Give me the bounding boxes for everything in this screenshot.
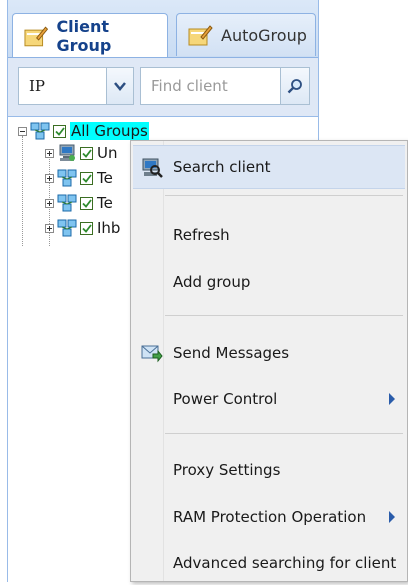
network-group-icon xyxy=(57,219,77,237)
menu-item-ram-protection[interactable]: RAM Protection Operation xyxy=(133,495,405,539)
menu-item-add-group[interactable]: Add group xyxy=(133,260,405,304)
tree-node-child[interactable]: Ihb xyxy=(45,217,120,239)
submenu-arrow-icon xyxy=(389,511,395,523)
expand-icon[interactable] xyxy=(45,173,54,183)
menu-item-advanced-search[interactable]: Advanced searching for client xyxy=(133,541,405,585)
context-menu: Search client Refresh Add group Send Mes… xyxy=(130,140,408,582)
search-client-icon xyxy=(142,158,163,178)
tree-node-label: Ihb xyxy=(97,219,121,237)
filter-select-value: IP xyxy=(29,77,46,95)
menu-separator xyxy=(165,195,403,196)
tab-autogroup-label: AutoGroup xyxy=(221,25,307,45)
tab-strip: Client Group AutoGroup xyxy=(8,0,318,58)
menu-item-refresh[interactable]: Refresh xyxy=(133,213,405,257)
menu-item-label: Search client xyxy=(173,158,271,176)
tree-node-label: All Groups xyxy=(70,122,149,140)
tree-node-all-groups[interactable]: All Groups xyxy=(18,120,149,142)
tree-node-label: Te xyxy=(97,194,113,212)
menu-item-power-control[interactable]: Power Control xyxy=(133,377,405,421)
network-group-icon xyxy=(30,122,50,140)
computer-group-icon xyxy=(59,144,75,161)
collapse-icon[interactable] xyxy=(18,126,27,136)
menu-item-label: Add group xyxy=(173,273,251,291)
send-message-icon xyxy=(141,345,163,363)
submenu-arrow-icon xyxy=(389,393,395,405)
tree-node-child[interactable]: Un xyxy=(45,142,118,164)
find-client-field[interactable] xyxy=(140,67,310,105)
menu-item-label: RAM Protection Operation xyxy=(173,508,367,526)
menu-item-search-client[interactable]: Search client xyxy=(133,145,405,189)
checkbox-checked[interactable] xyxy=(53,124,66,138)
edit-group-icon xyxy=(24,25,49,46)
filter-toolbar: IP xyxy=(8,58,318,117)
tree-node-child[interactable]: Te xyxy=(45,167,113,189)
network-group-icon xyxy=(57,169,77,187)
menu-item-label: Advanced searching for client xyxy=(173,554,397,572)
tree-node-label: Te xyxy=(97,169,113,187)
checkbox-checked[interactable] xyxy=(80,221,93,235)
search-icon[interactable] xyxy=(280,68,309,104)
expand-icon[interactable] xyxy=(45,198,54,208)
tree-node-label: Un xyxy=(97,144,118,162)
checkbox-checked[interactable] xyxy=(80,196,93,210)
checkbox-checked[interactable] xyxy=(80,171,93,185)
chevron-down-icon[interactable] xyxy=(106,68,133,104)
tree-line xyxy=(22,136,23,246)
menu-item-label: Power Control xyxy=(173,390,278,408)
edit-group-icon xyxy=(188,25,213,46)
menu-item-send-messages[interactable]: Send Messages xyxy=(133,331,405,375)
find-client-input[interactable] xyxy=(141,70,280,102)
tab-client-group[interactable]: Client Group xyxy=(12,13,168,57)
filter-select[interactable]: IP xyxy=(18,67,134,105)
tree-node-child[interactable]: Te xyxy=(45,192,113,214)
checkbox-checked[interactable] xyxy=(80,146,93,160)
expand-icon[interactable] xyxy=(45,223,54,233)
tab-client-group-label: Client Group xyxy=(56,16,112,55)
expand-icon[interactable] xyxy=(45,148,54,158)
menu-separator xyxy=(165,433,403,434)
menu-item-label: Proxy Settings xyxy=(173,461,281,479)
network-group-icon xyxy=(57,194,77,212)
tab-autogroup[interactable]: AutoGroup xyxy=(176,13,316,56)
menu-item-label: Send Messages xyxy=(173,344,290,362)
menu-item-proxy-settings[interactable]: Proxy Settings xyxy=(133,448,405,492)
menu-separator xyxy=(165,315,403,316)
menu-item-label: Refresh xyxy=(173,226,230,244)
